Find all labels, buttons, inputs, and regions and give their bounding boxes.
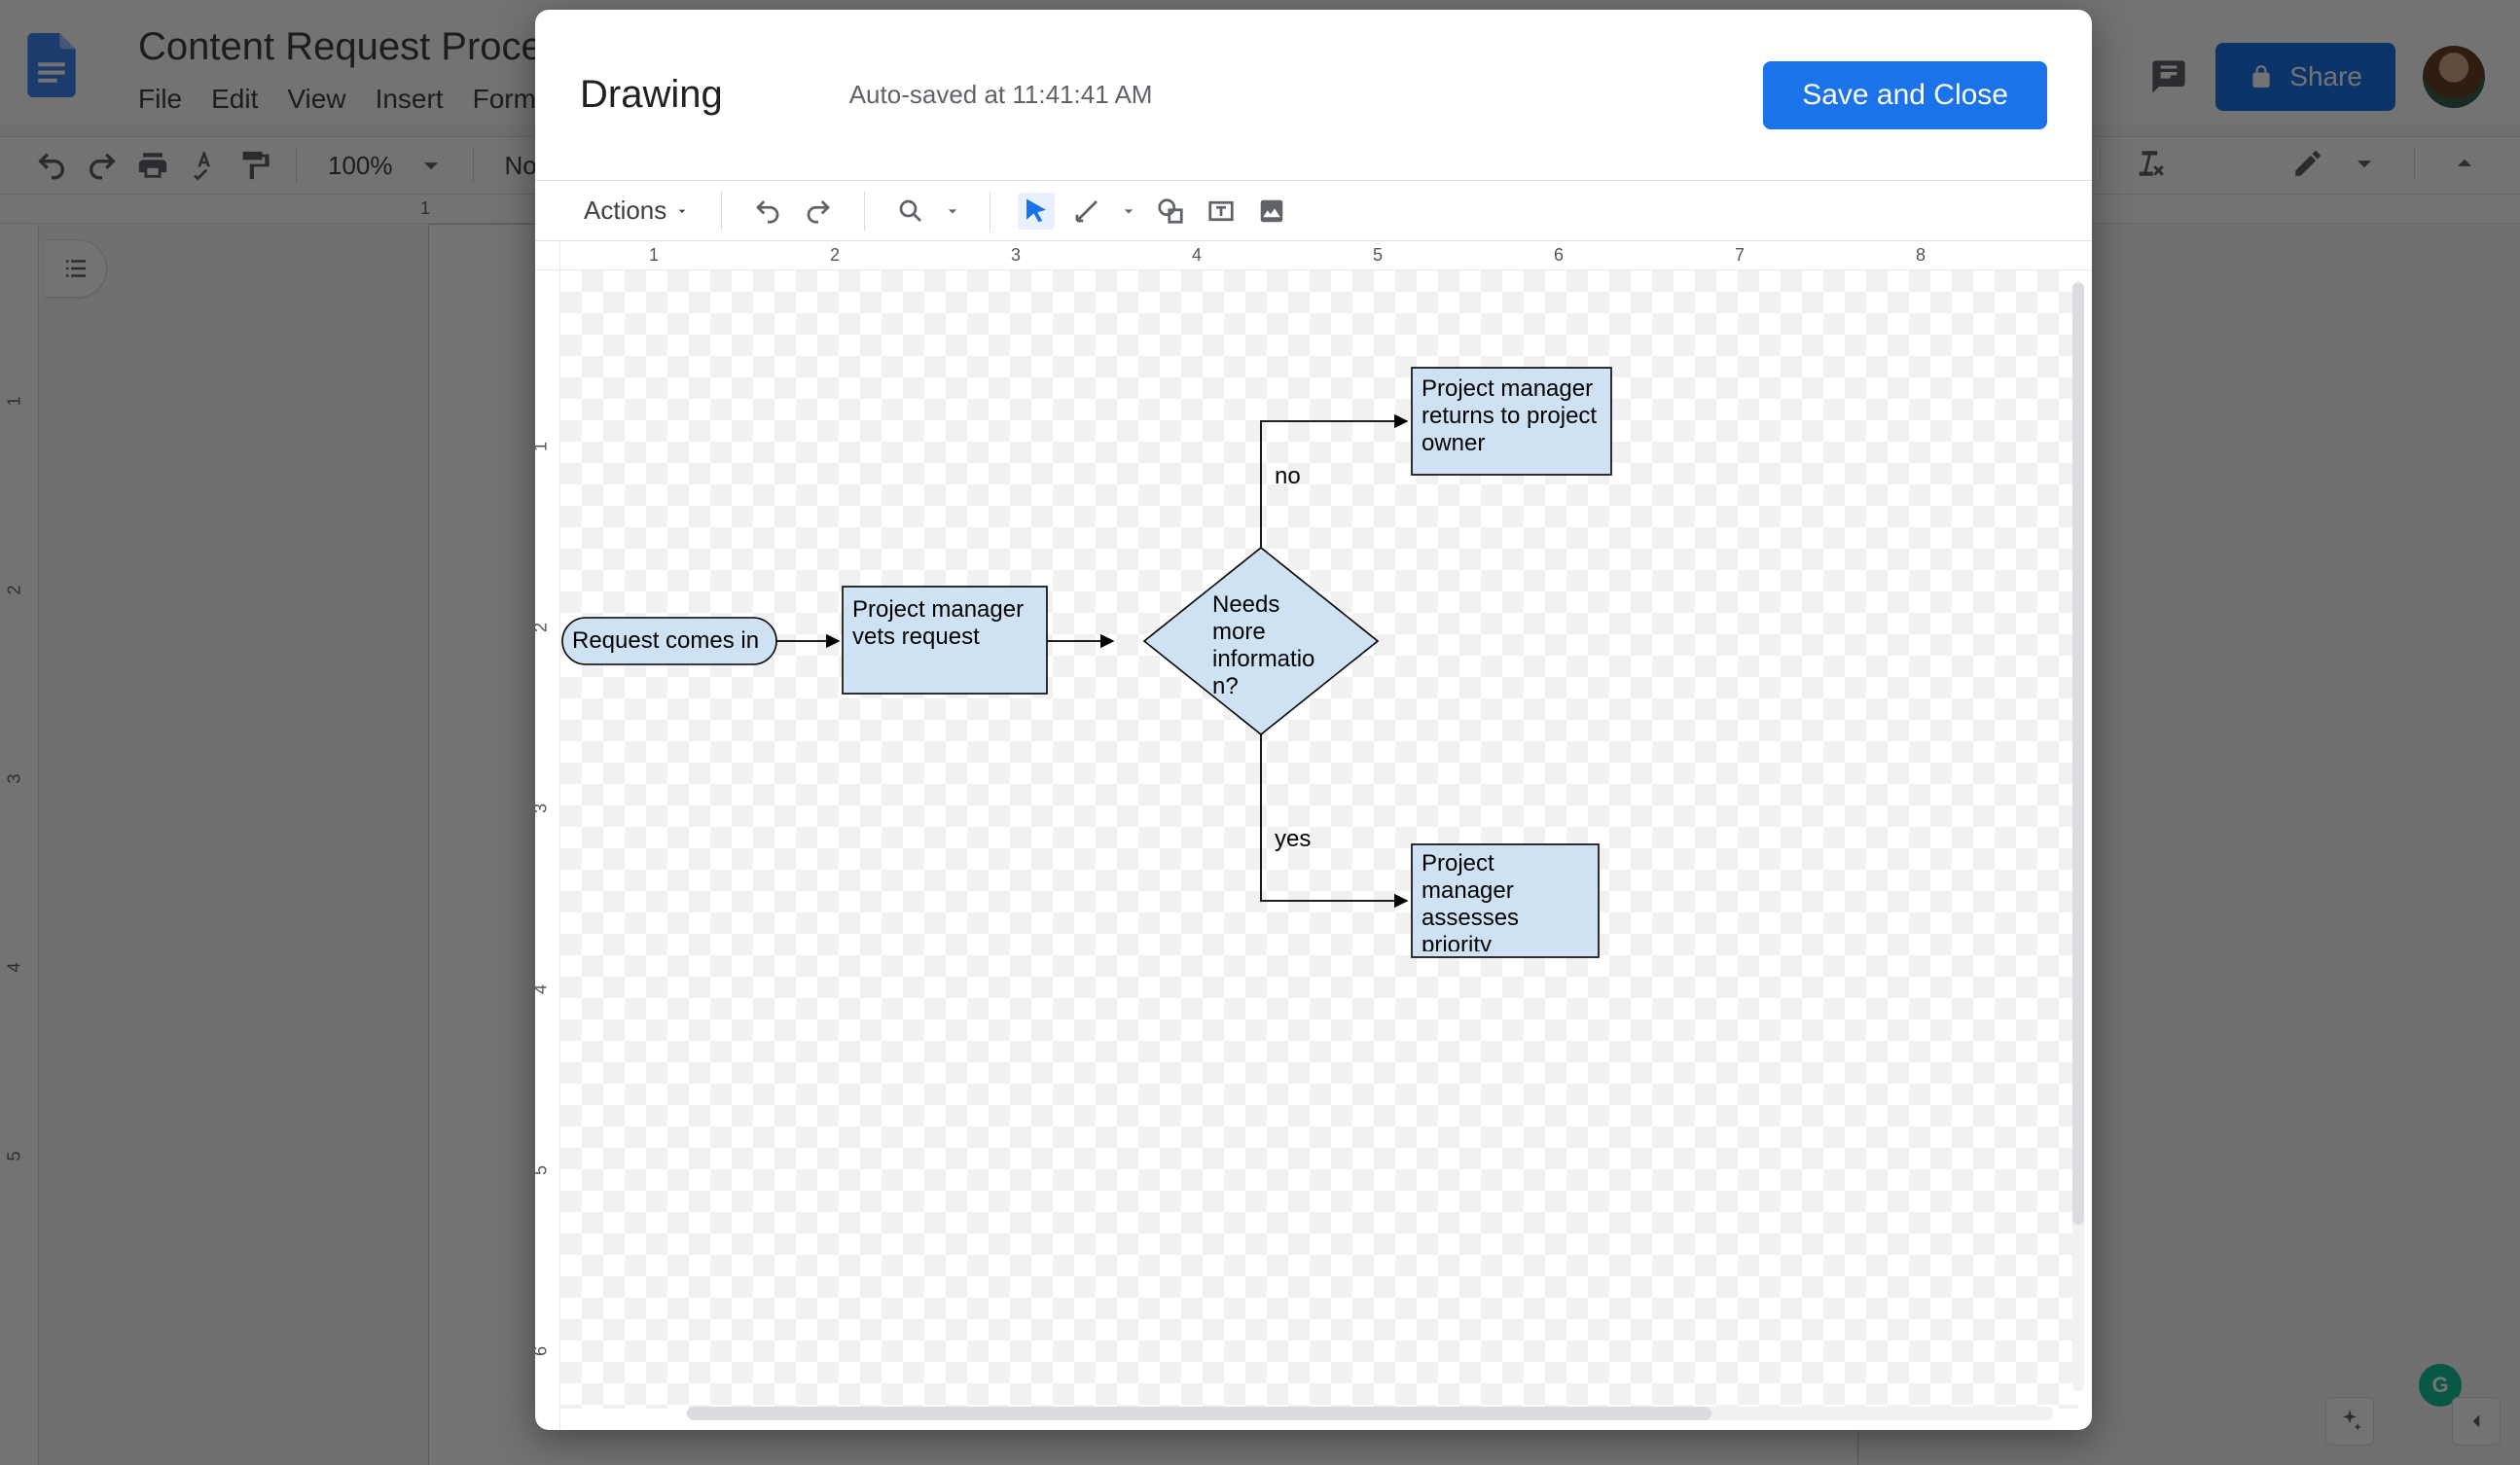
shape-tool-icon[interactable] (1152, 193, 1189, 230)
line-tool-icon[interactable] (1068, 193, 1105, 230)
undo-icon[interactable] (749, 193, 786, 230)
drawing-toolbar: Actions (535, 181, 2092, 241)
drawing-h-ruler[interactable]: 1 2 3 4 5 6 7 8 (560, 241, 2092, 269)
save-and-close-button[interactable]: Save and Close (1763, 61, 2047, 129)
chevron-down-icon[interactable] (1119, 193, 1138, 230)
dialog-header: Drawing Auto-saved at 11:41:41 AM Save a… (535, 10, 2092, 181)
select-tool-icon[interactable] (1018, 193, 1055, 230)
node-assess[interactable]: Project manager assesses priority (1412, 844, 1599, 957)
node-decision[interactable]: Needs more information? (1144, 548, 1378, 734)
chevron-down-icon[interactable] (943, 193, 962, 230)
edge-label-no[interactable]: no (1275, 463, 1301, 489)
dialog-title: Drawing (580, 73, 723, 117)
dialog-v-scrollbar[interactable] (2072, 282, 2084, 1391)
actions-menu[interactable]: Actions (580, 190, 694, 232)
chevron-down-icon (674, 203, 690, 219)
edge-label-yes[interactable]: yes (1275, 826, 1311, 852)
drawing-v-ruler[interactable]: 1 2 3 4 5 6 (535, 270, 560, 1430)
redo-icon[interactable] (800, 193, 837, 230)
canvas-h-scrollbar[interactable] (687, 1407, 2053, 1420)
edge-decision-yes[interactable] (1261, 730, 1407, 901)
drawing-dialog: Drawing Auto-saved at 11:41:41 AM Save a… (535, 10, 2092, 1430)
zoom-icon[interactable] (892, 193, 929, 230)
autosave-status: Auto-saved at 11:41:41 AM (849, 80, 1153, 110)
textbox-tool-icon[interactable] (1203, 193, 1240, 230)
node-vet[interactable]: Project manager vets request (843, 587, 1047, 694)
node-start[interactable]: Request comes in (562, 618, 776, 664)
svg-text:Request comes in: Request comes in (572, 627, 759, 654)
node-return[interactable]: Project manager returns to project owner (1412, 368, 1611, 475)
drawing-canvas[interactable]: no yes Request comes in Project manager … (560, 270, 2092, 1430)
flowchart-svg: no yes Request comes in Project manager … (560, 270, 2078, 1409)
image-tool-icon[interactable] (1253, 193, 1290, 230)
drawing-ruler-row: 1 2 3 4 5 6 7 8 (535, 241, 2092, 270)
